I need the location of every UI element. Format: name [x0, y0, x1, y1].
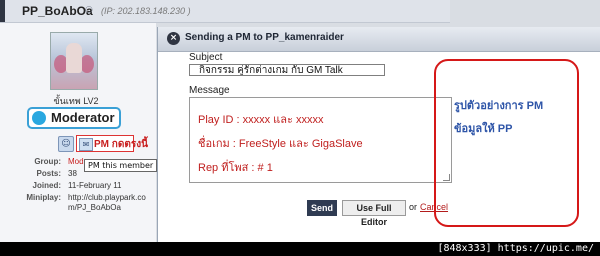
pm-button[interactable]: ✉ PM กดตรงนี้	[76, 135, 148, 152]
close-icon[interactable]: ×	[167, 32, 180, 45]
post-username[interactable]: PP_BoAbOa	[22, 4, 93, 18]
stat-value-miniplay[interactable]: http://club.playpark.co	[68, 193, 146, 202]
stat-label-group: Group:	[34, 157, 61, 166]
dialog-title: Sending a PM to PP_kamenraider	[185, 32, 344, 43]
header-marker	[0, 0, 5, 22]
avatar-figure	[66, 43, 82, 73]
profile-icon[interactable]: ☺	[58, 136, 74, 152]
screenshot-area: PP_BoAbOa ○ (IP: 202.183.148.230 ) ขั้นเ…	[0, 0, 600, 242]
subject-input[interactable]: กิจกรรม คู่รักต่างเกม กับ GM Talk	[189, 64, 385, 76]
stat-label-miniplay: Miniplay:	[26, 193, 61, 202]
annotation-line: ข้อมูลให้ PP	[454, 123, 513, 135]
avatar[interactable]	[50, 32, 98, 90]
moderator-label: Moderator	[51, 110, 115, 125]
post-header: PP_BoAbOa ○ (IP: 202.183.148.230 )	[0, 0, 450, 23]
pm-link-label: PM กดตรงนี้	[94, 139, 148, 150]
post-ip-address: (IP: 202.183.148.230 )	[101, 6, 191, 16]
message-label: Message	[189, 85, 230, 96]
message-line: ชื่อเกม : FreeStyle และ GigaSlave	[198, 138, 363, 150]
stat-value-group: Mod	[68, 157, 84, 166]
stat-label-joined: Joined:	[32, 181, 61, 190]
full-editor-button[interactable]: Use Full Editor	[342, 200, 406, 227]
avatar-wing-right	[80, 55, 94, 73]
message-line: Rep ที่โพส : # 1	[198, 162, 273, 174]
pm-icon: ✉	[79, 138, 93, 151]
stat-value-posts: 38	[68, 169, 77, 178]
stat-label-posts: Posts:	[36, 169, 61, 178]
subject-label: Subject	[189, 52, 223, 63]
annotation-box: รูปตัวอย่างการ PM ข้อมูลให้ PP	[434, 59, 579, 227]
send-button[interactable]: Send	[307, 200, 337, 216]
watermark-text: [848x333] https://upic.me/	[437, 243, 594, 254]
message-textarea[interactable]: Play ID : xxxxx และ xxxxx ชื่อเกม : Free…	[189, 97, 452, 183]
message-line: Play ID : xxxxx และ xxxxx	[198, 114, 324, 126]
user-rank: ขั้นเทพ LV2	[53, 96, 99, 106]
moderator-icon	[32, 111, 46, 125]
status-icon: ○	[85, 5, 93, 15]
or-text: or	[409, 202, 418, 212]
stat-value-miniplay-cont[interactable]: m/PJ_BoAbOa	[68, 203, 121, 212]
user-info-panel: ขั้นเทพ LV2 Moderator ☺ ✉ PM กดตรงนี้ PM…	[0, 23, 158, 242]
pm-tooltip: PM this member	[84, 159, 158, 172]
moderator-badge: Moderator	[27, 107, 121, 129]
stat-value-joined: 11-February 11	[68, 181, 122, 190]
annotation-line: รูปตัวอย่างการ PM	[454, 100, 544, 112]
dialog-titlebar: × Sending a PM to PP_kamenraider	[158, 27, 600, 52]
watermark-bar: [848x333] https://upic.me/	[0, 242, 600, 256]
pm-dialog: × Sending a PM to PP_kamenraider Subject…	[157, 27, 600, 242]
